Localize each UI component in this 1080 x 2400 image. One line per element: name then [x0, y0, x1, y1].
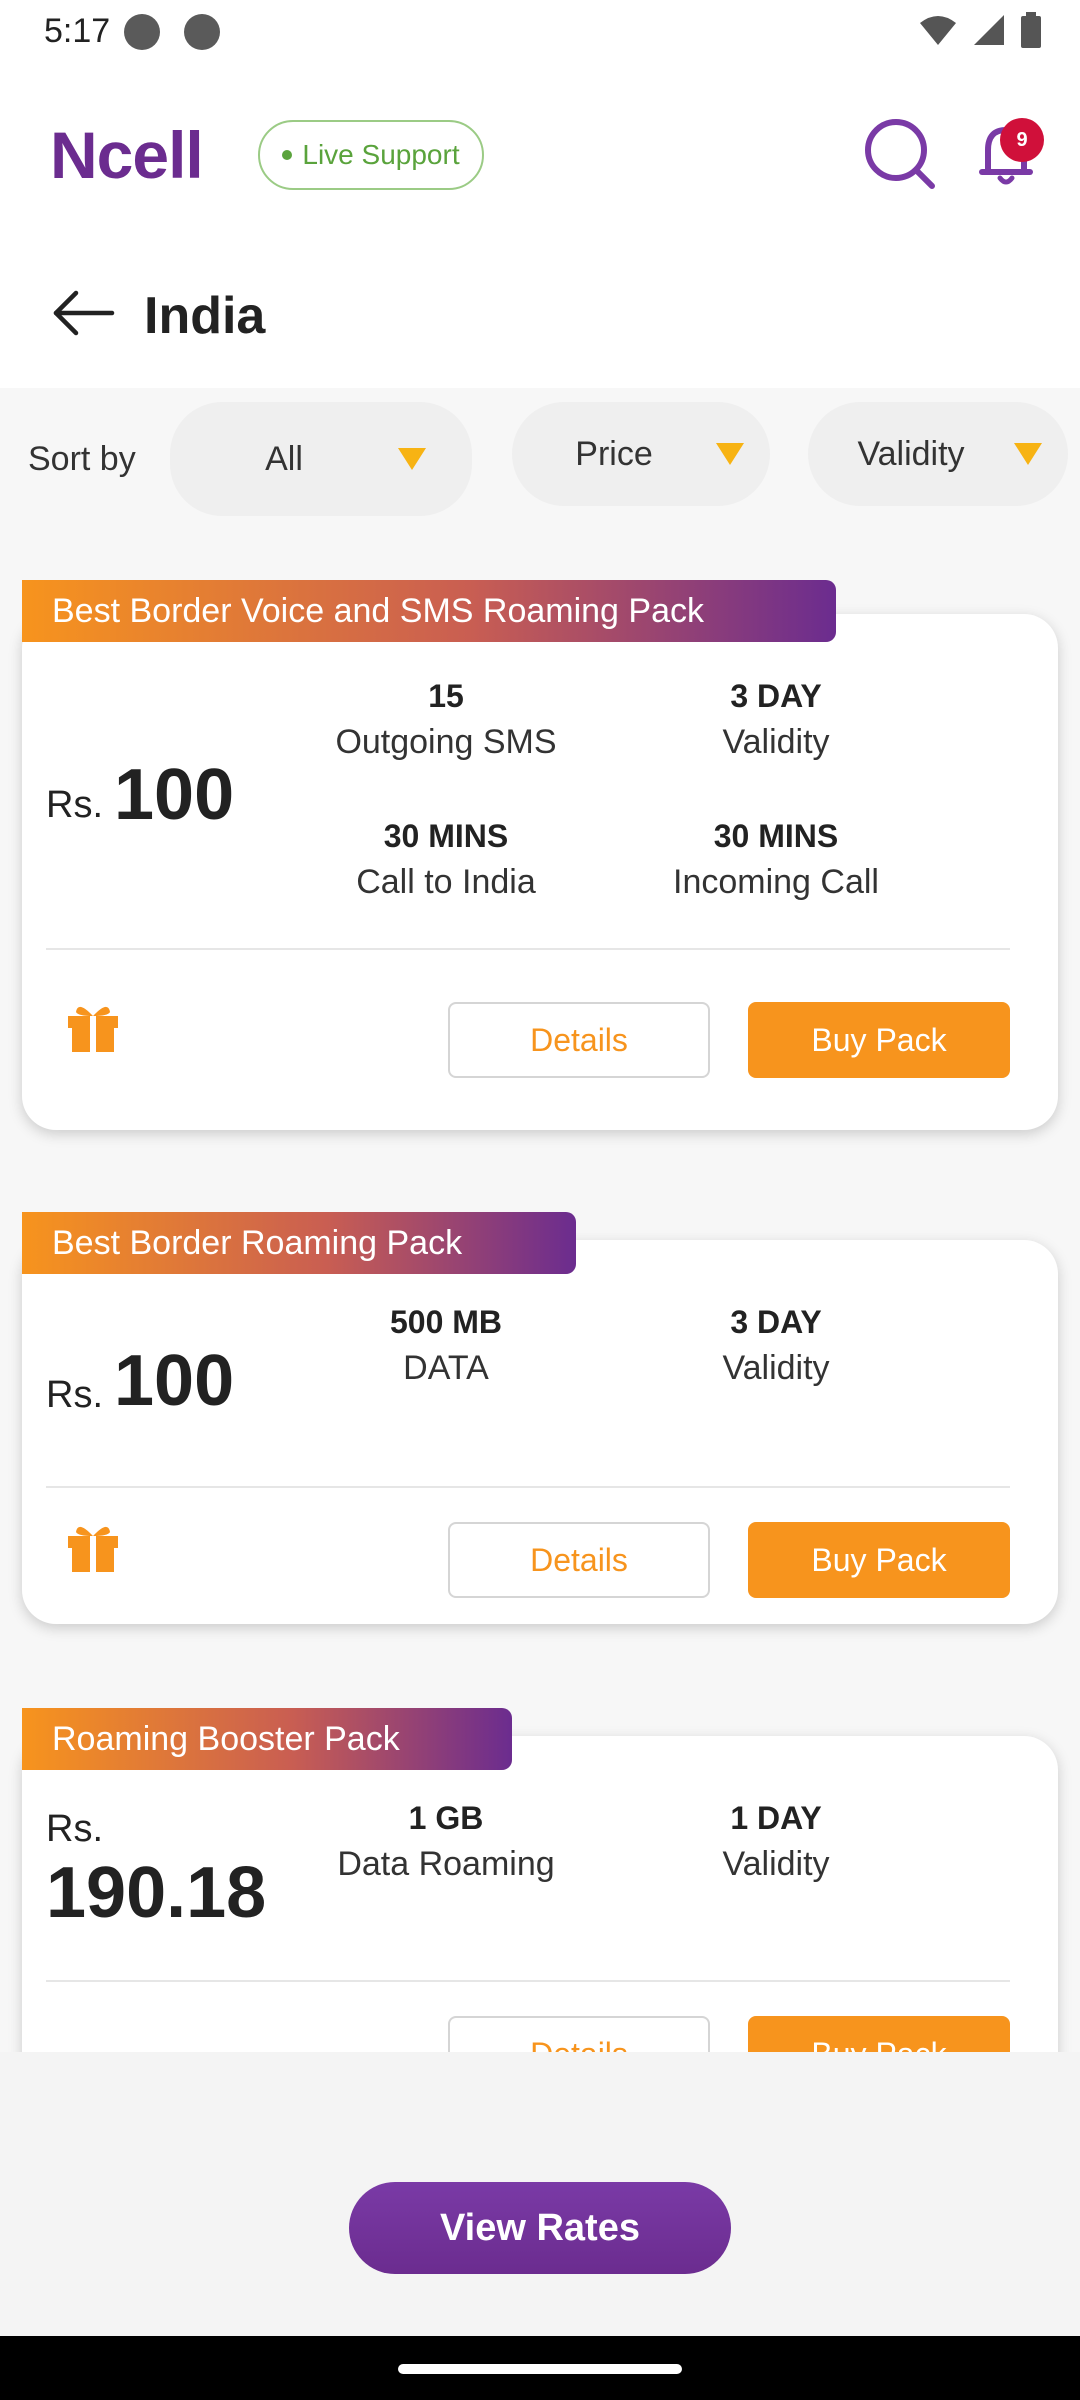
feature-value: 15	[428, 678, 464, 714]
live-support-label: Live Support	[302, 139, 460, 170]
feature-value: 30 MINS	[383, 818, 509, 854]
filter-validity-dropdown[interactable]: Validity	[808, 402, 1068, 506]
feature-item: 3 DAY Validity	[616, 678, 936, 762]
home-gesture-handle[interactable]	[398, 2364, 682, 2374]
card-divider	[46, 1980, 1010, 1982]
feature-value: 500 MB	[389, 1304, 503, 1340]
feature-value: 30 MINS	[713, 818, 839, 854]
feature-value: 3 DAY	[730, 1304, 822, 1340]
feature-item: 30 MINS Incoming Call	[616, 818, 936, 902]
details-button[interactable]: Details	[448, 1002, 710, 1078]
feature-label: Data Roaming	[337, 1845, 555, 1883]
battery-icon	[1021, 12, 1041, 48]
filter-label: All	[265, 439, 303, 478]
feature-label: Incoming Call	[673, 863, 879, 901]
search-icon[interactable]	[862, 116, 938, 192]
feature-item: 15 Outgoing SMS	[286, 678, 606, 762]
pack-name-ribbon: Best Border Voice and SMS Roaming Pack	[22, 580, 836, 642]
price-currency: Rs.	[46, 1374, 103, 1416]
pack-name-ribbon: Best Border Roaming Pack	[22, 1212, 576, 1274]
signal-icon	[974, 15, 1004, 45]
pack-name-ribbon: Roaming Booster Pack	[22, 1708, 512, 1770]
view-rates-button[interactable]: View Rates	[349, 2182, 731, 2274]
pack-card: Rs. 190.18 1 GB Data Roaming 1 DAY Valid…	[22, 1736, 1058, 2052]
feature-item: 3 DAY Validity	[616, 1304, 936, 1388]
live-support-button[interactable]: Live Support	[258, 120, 484, 190]
feature-item: 500 MB DATA	[286, 1304, 606, 1388]
dropdown-triangle-icon	[398, 448, 426, 470]
pack-card: Rs. 100 15 Outgoing SMS 3 DAY Validity 3…	[22, 614, 1058, 1130]
status-indicators	[918, 12, 1042, 48]
filter-price-dropdown[interactable]: Price	[512, 402, 770, 506]
feature-item: 30 MINS Call to India	[286, 818, 606, 902]
price-value: 190.18	[46, 1853, 267, 1933]
feature-label: Validity	[722, 723, 830, 761]
gift-icon[interactable]	[64, 996, 122, 1054]
back-arrow-icon[interactable]	[50, 288, 116, 338]
feature-label: DATA	[403, 1349, 489, 1387]
feature-value: 1 DAY	[730, 1800, 822, 1836]
buy-pack-button[interactable]: Buy Pack	[748, 1522, 1010, 1598]
filter-label: Price	[575, 434, 653, 473]
pack-list[interactable]: Rs. 100 15 Outgoing SMS 3 DAY Validity 3…	[0, 528, 1080, 2052]
details-button[interactable]: Details	[448, 2016, 710, 2052]
app-header: Ncell Live Support 9	[0, 62, 1080, 242]
dropdown-triangle-icon	[716, 443, 744, 465]
dropdown-triangle-icon	[1014, 443, 1042, 465]
bottom-area: View Rates	[0, 2052, 1080, 2336]
price-value: 100	[114, 1341, 235, 1421]
price-currency: Rs.	[46, 784, 103, 826]
filter-label: Validity	[857, 434, 965, 473]
feature-label: Call to India	[356, 863, 536, 901]
page-title: India	[144, 287, 266, 345]
feature-item: 1 GB Data Roaming	[286, 1800, 606, 1884]
status-time: 5:17	[44, 12, 111, 50]
feature-value: 3 DAY	[730, 678, 822, 714]
wifi-icon	[920, 16, 956, 45]
price-value: 100	[114, 755, 235, 835]
feature-value: 1 GB	[408, 1800, 484, 1836]
details-button[interactable]: Details	[448, 1522, 710, 1598]
filter-all-dropdown[interactable]: All	[170, 402, 472, 516]
feature-label: Outgoing SMS	[335, 723, 557, 761]
gift-icon[interactable]	[64, 1516, 122, 1574]
buy-pack-button[interactable]: Buy Pack	[748, 1002, 1010, 1078]
live-dot-icon	[282, 150, 293, 160]
price-currency: Rs.	[46, 1808, 103, 1850]
feature-item: 1 DAY Validity	[616, 1800, 936, 1884]
buy-pack-button[interactable]: Buy Pack	[748, 2016, 1010, 2052]
status-bar: 5:17	[0, 0, 1080, 62]
pack-card: Rs. 100 500 MB DATA 3 DAY Validity Detai…	[22, 1240, 1058, 1624]
ncell-logo: Ncell	[50, 118, 204, 192]
notification-dot-icon	[184, 14, 220, 50]
system-nav-bar	[0, 2336, 1080, 2400]
notification-badge: 9	[1000, 118, 1044, 162]
feature-label: Validity	[722, 1349, 830, 1387]
title-bar: India	[0, 242, 1080, 388]
card-divider	[46, 948, 1010, 950]
card-divider	[46, 1486, 1010, 1488]
sort-label: Sort by	[28, 440, 136, 478]
feature-label: Validity	[722, 1845, 830, 1883]
sync-icon	[124, 14, 160, 50]
sort-bar: Sort by All Price Validity	[0, 388, 1080, 528]
